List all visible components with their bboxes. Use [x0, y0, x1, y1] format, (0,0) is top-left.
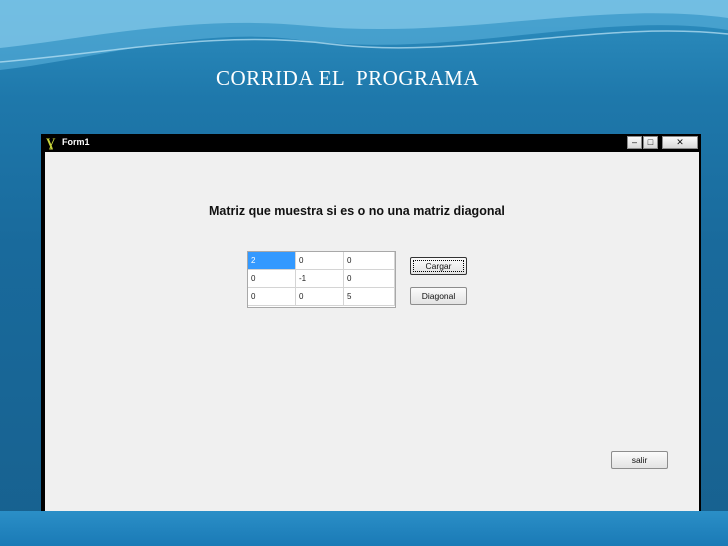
slide-title: CORRIDA EL PROGRAMA	[216, 66, 480, 90]
matrix-cell-0-2[interactable]: 0	[344, 252, 395, 270]
close-icon: ✕	[676, 137, 684, 147]
cargar-button[interactable]: Cargar	[410, 257, 467, 275]
app-window: Ɣ Form1 – □ ✕ Matriz que muestra si es o…	[41, 134, 701, 511]
matrix-cell-1-2[interactable]: 0	[344, 270, 395, 288]
form-heading: Matriz que muestra si es o no una matriz…	[209, 204, 505, 218]
maximize-button[interactable]: □	[643, 136, 658, 149]
bottom-strip	[0, 511, 728, 546]
background-wave	[0, 0, 728, 70]
form-client-area: Matriz que muestra si es o no una matriz…	[45, 152, 699, 511]
matrix-cell-1-0[interactable]: 0	[248, 270, 296, 288]
diagonal-button[interactable]: Diagonal	[410, 287, 467, 305]
salir-button[interactable]: salir	[611, 451, 668, 469]
maximize-icon: □	[647, 137, 654, 147]
matrix-cell-2-0[interactable]: 0	[248, 288, 296, 306]
matrix-cell-2-2[interactable]: 5	[344, 288, 395, 306]
matrix-cell-0-0[interactable]: 2	[248, 252, 296, 270]
matrix-cell-2-1[interactable]: 0	[296, 288, 344, 306]
matrix-cell-0-1[interactable]: 0	[296, 252, 344, 270]
minimize-button[interactable]: –	[627, 136, 642, 149]
window-titlebar[interactable]: Ɣ Form1 – □ ✕	[41, 134, 701, 152]
matrix-cell-1-1[interactable]: -1	[296, 270, 344, 288]
window-title: Form1	[62, 137, 90, 147]
minimize-icon: –	[631, 137, 637, 147]
close-button[interactable]: ✕	[662, 136, 698, 149]
matrix-grid[interactable]: 2 0 0 0 -1 0 0 0 5	[247, 251, 396, 308]
delphi-app-icon: Ɣ	[46, 135, 56, 150]
